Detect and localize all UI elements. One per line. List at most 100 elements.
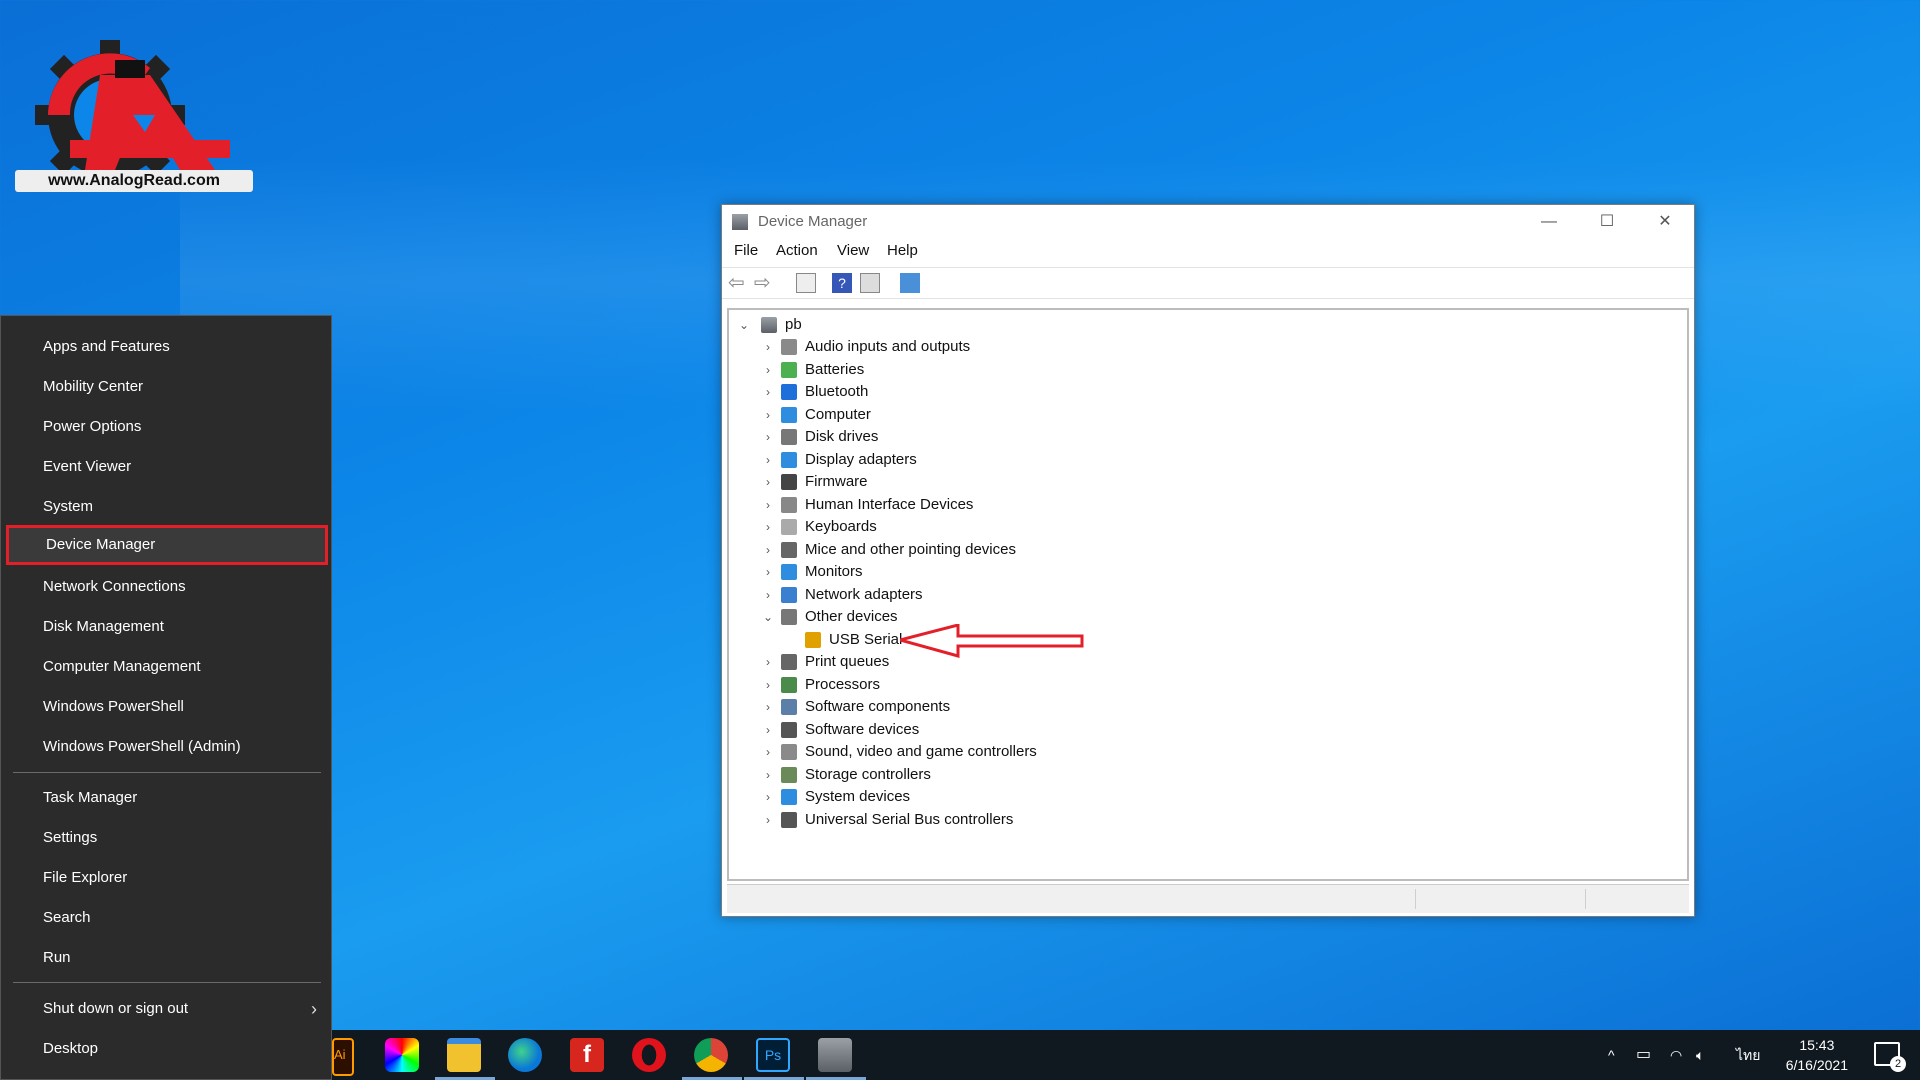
- menu-item-settings[interactable]: Settings: [1, 818, 331, 858]
- device-category-label: Print queues: [805, 653, 890, 670]
- notification-icon[interactable]: 2: [1874, 1042, 1906, 1072]
- device-manager-icon[interactable]: [818, 1038, 852, 1072]
- chevron-right-icon[interactable]: ›: [761, 404, 775, 426]
- device-category[interactable]: › Network adapters: [761, 584, 1081, 606]
- chevron-right-icon[interactable]: ›: [761, 651, 775, 673]
- device-category[interactable]: › Audio inputs and outputs: [761, 336, 1081, 358]
- chevron-right-icon[interactable]: ›: [761, 696, 775, 718]
- menu-item-mobility-center[interactable]: Mobility Center: [1, 367, 331, 407]
- chevron-right-icon[interactable]: ›: [761, 561, 775, 583]
- device-category[interactable]: › Computer: [761, 404, 1081, 426]
- processor-icon: [781, 676, 797, 693]
- chevron-down-icon[interactable]: ⌄: [737, 314, 751, 336]
- chevron-right-icon[interactable]: ›: [761, 764, 775, 786]
- device-category[interactable]: › Keyboards: [761, 516, 1081, 538]
- file-explorer-icon[interactable]: [447, 1038, 481, 1072]
- minimize-button[interactable]: —: [1520, 205, 1578, 239]
- photoshop-icon[interactable]: Ps: [756, 1038, 790, 1072]
- chevron-up-icon[interactable]: ^: [1608, 1030, 1615, 1080]
- winx-power-user-menu: Apps and Features Mobility Center Power …: [0, 315, 332, 1080]
- device-category[interactable]: › Sound, video and game controllers: [761, 741, 1081, 763]
- chevron-right-icon[interactable]: ›: [761, 381, 775, 403]
- chrome-icon[interactable]: [694, 1038, 728, 1072]
- device-category[interactable]: › Universal Serial Bus controllers: [761, 809, 1081, 831]
- menu-item-device-manager[interactable]: Device Manager: [6, 525, 328, 565]
- device-category[interactable]: › Mice and other pointing devices: [761, 539, 1081, 561]
- illustrator-icon[interactable]: Ai: [332, 1038, 354, 1076]
- device-category[interactable]: › Display adapters: [761, 449, 1081, 471]
- properties-icon[interactable]: [860, 273, 880, 293]
- menu-file[interactable]: File: [734, 239, 758, 263]
- device-category[interactable]: › Human Interface Devices: [761, 494, 1081, 516]
- menu-item-windows-powershell-admin[interactable]: Windows PowerShell (Admin): [1, 727, 331, 767]
- menu-item-shut-down[interactable]: Shut down or sign out ›: [1, 989, 331, 1029]
- scan-hardware-icon[interactable]: [900, 273, 920, 293]
- tree-root[interactable]: ⌄ pb: [737, 314, 1037, 336]
- device-category[interactable]: › Storage controllers: [761, 764, 1081, 786]
- menu-item-search[interactable]: Search: [1, 898, 331, 938]
- disk-icon: [781, 429, 797, 445]
- device-category[interactable]: › Firmware: [761, 471, 1081, 493]
- device-category[interactable]: › Batteries: [761, 359, 1081, 381]
- back-arrow-icon[interactable]: ⇦: [728, 273, 748, 293]
- forward-arrow-icon[interactable]: ⇨: [754, 273, 774, 293]
- chevron-right-icon[interactable]: ›: [761, 584, 775, 606]
- foxit-icon[interactable]: f: [570, 1038, 604, 1072]
- menu-item-apps-features[interactable]: Apps and Features: [1, 327, 331, 367]
- device-category[interactable]: › Software devices: [761, 719, 1081, 741]
- wifi-icon[interactable]: ◠: [1670, 1030, 1682, 1080]
- menu-item-disk-management[interactable]: Disk Management: [1, 607, 331, 647]
- color-wheel-icon[interactable]: [385, 1038, 419, 1072]
- device-category-label: Mice and other pointing devices: [805, 540, 1016, 558]
- menu-item-network-connections[interactable]: Network Connections: [1, 567, 331, 607]
- device-category[interactable]: › Bluetooth: [761, 381, 1081, 403]
- menu-item-system[interactable]: System: [1, 487, 331, 527]
- chevron-right-icon[interactable]: ›: [761, 539, 775, 561]
- status-divider: [1415, 889, 1416, 909]
- title-bar[interactable]: Device Manager — ☐ ✕: [722, 205, 1694, 239]
- language-indicator[interactable]: ไทย: [1736, 1030, 1760, 1080]
- menu-item-desktop[interactable]: Desktop: [1, 1029, 331, 1069]
- clock-time: 15:43: [1799, 1037, 1835, 1053]
- chevron-right-icon[interactable]: ›: [761, 741, 775, 763]
- chevron-right-icon[interactable]: ›: [761, 516, 775, 538]
- menu-item-power-options[interactable]: Power Options: [1, 407, 331, 447]
- menu-view[interactable]: View: [837, 239, 869, 263]
- volume-icon[interactable]: 🔈︎: [1696, 1030, 1704, 1080]
- edge-icon[interactable]: [508, 1038, 542, 1072]
- device-category[interactable]: › Disk drives: [761, 426, 1081, 448]
- device-category[interactable]: › System devices: [761, 786, 1081, 808]
- chevron-right-icon[interactable]: ›: [761, 674, 775, 696]
- chevron-right-icon[interactable]: ›: [761, 471, 775, 493]
- maximize-button[interactable]: ☐: [1578, 205, 1636, 239]
- menu-item-file-explorer[interactable]: File Explorer: [1, 858, 331, 898]
- chevron-right-icon[interactable]: ›: [761, 359, 775, 381]
- mouse-icon: [781, 541, 797, 558]
- device-category[interactable]: › Processors: [761, 674, 1081, 696]
- close-button[interactable]: ✕: [1636, 205, 1694, 239]
- chevron-right-icon[interactable]: ›: [761, 336, 775, 358]
- battery-icon[interactable]: ▭: [1636, 1030, 1651, 1080]
- menu-help[interactable]: Help: [887, 239, 918, 263]
- show-hide-console-icon[interactable]: [796, 273, 816, 293]
- chevron-right-icon[interactable]: ›: [761, 786, 775, 808]
- chevron-right-icon[interactable]: ›: [761, 719, 775, 741]
- help-icon[interactable]: ?: [832, 273, 852, 293]
- menu-action[interactable]: Action: [776, 239, 818, 263]
- clock[interactable]: 15:43 6/16/2021: [1786, 1035, 1848, 1075]
- hid-icon: [781, 496, 797, 513]
- menu-item-computer-management[interactable]: Computer Management: [1, 647, 331, 687]
- chevron-right-icon[interactable]: ›: [761, 426, 775, 448]
- menu-item-run[interactable]: Run: [1, 938, 331, 978]
- chevron-down-icon[interactable]: ⌄: [761, 606, 775, 628]
- chevron-right-icon[interactable]: ›: [761, 809, 775, 831]
- device-category[interactable]: › Software components: [761, 696, 1081, 718]
- network-icon: [781, 586, 797, 603]
- opera-icon[interactable]: [632, 1038, 666, 1072]
- menu-item-event-viewer[interactable]: Event Viewer: [1, 447, 331, 487]
- chevron-right-icon[interactable]: ›: [761, 494, 775, 516]
- device-category[interactable]: › Monitors: [761, 561, 1081, 583]
- menu-item-windows-powershell[interactable]: Windows PowerShell: [1, 687, 331, 727]
- menu-item-task-manager[interactable]: Task Manager: [1, 778, 331, 818]
- chevron-right-icon[interactable]: ›: [761, 449, 775, 471]
